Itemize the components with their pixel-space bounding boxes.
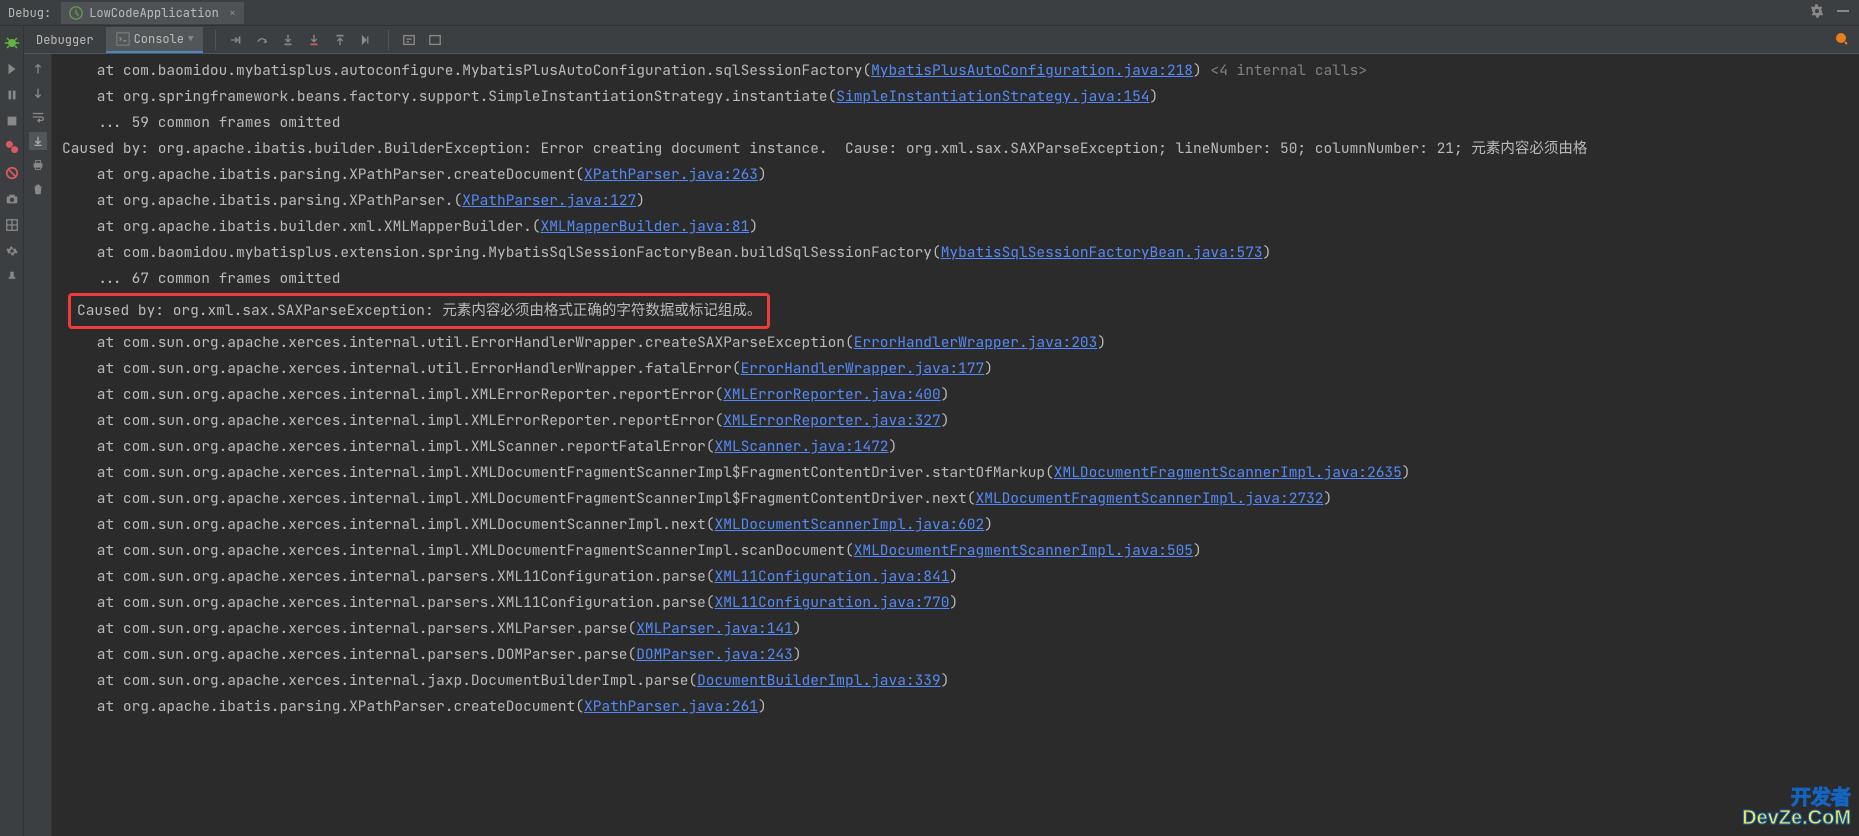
debug-toolbar bbox=[215, 30, 376, 50]
source-link[interactable]: XPathParser.java:263 bbox=[584, 165, 758, 184]
log-line: at com.sun.org.apache.xerces.internal.im… bbox=[52, 512, 1859, 538]
bug-icon[interactable] bbox=[3, 34, 21, 52]
log-line: at com.sun.org.apache.xerces.internal.ut… bbox=[52, 356, 1859, 382]
minimize-icon[interactable] bbox=[1835, 3, 1851, 23]
log-line: at com.sun.org.apache.xerces.internal.pa… bbox=[52, 616, 1859, 642]
exclude-icon[interactable] bbox=[3, 164, 21, 182]
log-line: at com.sun.org.apache.xerces.internal.im… bbox=[52, 486, 1859, 512]
log-line: at org.apache.ibatis.parsing.XPathParser… bbox=[52, 162, 1859, 188]
scroll-end-icon[interactable] bbox=[29, 132, 47, 150]
log-line: at com.baomidou.mybatisplus.autoconfigur… bbox=[52, 58, 1859, 84]
show-exec-icon[interactable] bbox=[226, 30, 246, 50]
content-area: at com.baomidou.mybatisplus.autoconfigur… bbox=[24, 54, 1859, 836]
log-line: at com.sun.org.apache.xerces.internal.im… bbox=[52, 538, 1859, 564]
nav-gutter bbox=[24, 54, 52, 836]
console-tab-label: Console bbox=[134, 31, 184, 47]
top-bar: Debug: LowCodeApplication × bbox=[0, 0, 1859, 26]
evaluate-icon[interactable] bbox=[399, 30, 419, 50]
source-link[interactable]: MybatisSqlSessionFactoryBean.java:573 bbox=[941, 243, 1263, 262]
debug-label: Debug: bbox=[8, 5, 51, 21]
dropdown-icon: ▼ bbox=[188, 33, 193, 45]
log-line: at com.sun.org.apache.xerces.internal.im… bbox=[52, 434, 1859, 460]
pause-icon[interactable] bbox=[3, 86, 21, 104]
up-arrow-icon[interactable] bbox=[29, 60, 47, 78]
gear-icon[interactable] bbox=[1809, 3, 1825, 23]
source-link[interactable]: ErrorHandlerWrapper.java:203 bbox=[854, 333, 1098, 352]
debugger-tab-label: Debugger bbox=[36, 32, 94, 48]
source-link[interactable]: XMLDocumentFragmentScannerImpl.java:2732 bbox=[976, 489, 1324, 508]
source-link[interactable]: XML11Configuration.java:770 bbox=[715, 593, 950, 612]
log-line: ... 59 common frames omitted bbox=[52, 110, 1859, 136]
tab-label: LowCodeApplication bbox=[89, 5, 219, 21]
log-line: Caused by: org.apache.ibatis.builder.Bui… bbox=[52, 136, 1859, 162]
view-toolbar bbox=[388, 30, 445, 50]
console-icon bbox=[116, 32, 130, 46]
gear-sidebar-icon[interactable] bbox=[3, 242, 21, 260]
log-line: at com.sun.org.apache.xerces.internal.pa… bbox=[52, 564, 1859, 590]
source-link[interactable]: XMLDocumentScannerImpl.java:602 bbox=[715, 515, 985, 534]
source-link[interactable]: XPathParser.java:261 bbox=[584, 697, 758, 716]
log-line: at com.sun.org.apache.xerces.internal.im… bbox=[52, 382, 1859, 408]
source-link[interactable]: XMLMapperBuilder.java:81 bbox=[541, 217, 750, 236]
left-sidebar bbox=[0, 26, 24, 836]
layout-icon[interactable] bbox=[3, 216, 21, 234]
watermark: 开发者 DevZe.CoM bbox=[1742, 788, 1851, 828]
watermark-line2: DevZe.CoM bbox=[1742, 808, 1851, 828]
soft-wrap-icon[interactable] bbox=[29, 108, 47, 126]
source-link[interactable]: XMLDocumentFragmentScannerImpl.java:2635 bbox=[1054, 463, 1402, 482]
play-icon[interactable] bbox=[3, 60, 21, 78]
source-link[interactable]: XML11Configuration.java:841 bbox=[715, 567, 950, 586]
trace-icon[interactable] bbox=[425, 30, 445, 50]
watermark-line1: 开发者 bbox=[1742, 788, 1851, 808]
log-line: at com.baomidou.mybatisplus.extension.sp… bbox=[52, 240, 1859, 266]
trash-icon[interactable] bbox=[29, 180, 47, 198]
log-line: at org.springframework.beans.factory.sup… bbox=[52, 84, 1859, 110]
step-into-icon[interactable] bbox=[278, 30, 298, 50]
log-line: at com.sun.org.apache.xerces.internal.im… bbox=[52, 408, 1859, 434]
camera-icon[interactable] bbox=[3, 190, 21, 208]
close-tab-icon[interactable]: × bbox=[229, 5, 236, 21]
warning-icon[interactable] bbox=[1833, 30, 1849, 50]
source-link[interactable]: DocumentBuilderImpl.java:339 bbox=[697, 671, 941, 690]
print-icon[interactable] bbox=[29, 156, 47, 174]
source-link[interactable]: MybatisPlusAutoConfiguration.java:218 bbox=[871, 61, 1193, 80]
pin-icon[interactable] bbox=[3, 268, 21, 286]
log-line: at com.sun.org.apache.xerces.internal.pa… bbox=[52, 590, 1859, 616]
source-link[interactable]: XMLErrorReporter.java:400 bbox=[723, 385, 941, 404]
tab-debugger[interactable]: Debugger bbox=[26, 28, 104, 52]
secondary-bar: Debugger Console ▼ bbox=[0, 26, 1859, 54]
log-line: at org.apache.ibatis.parsing.XPathParser… bbox=[52, 694, 1859, 720]
source-link[interactable]: XMLErrorReporter.java:327 bbox=[723, 411, 941, 430]
log-line: at org.apache.ibatis.parsing.XPathParser… bbox=[52, 188, 1859, 214]
source-link[interactable]: XMLDocumentFragmentScannerImpl.java:505 bbox=[854, 541, 1193, 560]
log-line: Caused by: org.xml.sax.SAXParseException… bbox=[52, 292, 1859, 330]
run-config-tab[interactable]: LowCodeApplication × bbox=[61, 2, 244, 24]
log-line: at com.sun.org.apache.xerces.internal.ja… bbox=[52, 668, 1859, 694]
top-right-controls bbox=[1809, 3, 1851, 23]
source-link[interactable]: DOMParser.java:243 bbox=[636, 645, 793, 664]
down-arrow-icon[interactable] bbox=[29, 84, 47, 102]
spring-boot-icon bbox=[69, 6, 83, 20]
tab-console[interactable]: Console ▼ bbox=[106, 27, 204, 53]
source-link[interactable]: ErrorHandlerWrapper.java:177 bbox=[741, 359, 985, 378]
log-line: at com.sun.org.apache.xerces.internal.ut… bbox=[52, 330, 1859, 356]
source-link[interactable]: XMLParser.java:141 bbox=[636, 619, 793, 638]
log-line: at com.sun.org.apache.xerces.internal.im… bbox=[52, 460, 1859, 486]
log-line: ... 67 common frames omitted bbox=[52, 266, 1859, 292]
log-line: at org.apache.ibatis.builder.xml.XMLMapp… bbox=[52, 214, 1859, 240]
console-output[interactable]: at com.baomidou.mybatisplus.autoconfigur… bbox=[52, 54, 1859, 836]
drop-frame-icon[interactable] bbox=[356, 30, 376, 50]
breakpoints-icon[interactable] bbox=[3, 138, 21, 156]
step-out-icon[interactable] bbox=[330, 30, 350, 50]
force-step-into-icon[interactable] bbox=[304, 30, 324, 50]
stop-icon[interactable] bbox=[3, 112, 21, 130]
source-link[interactable]: SimpleInstantiationStrategy.java:154 bbox=[836, 87, 1149, 106]
source-link[interactable]: XPathParser.java:127 bbox=[462, 191, 636, 210]
log-line: at com.sun.org.apache.xerces.internal.pa… bbox=[52, 642, 1859, 668]
step-over-icon[interactable] bbox=[252, 30, 272, 50]
source-link[interactable]: XMLScanner.java:1472 bbox=[715, 437, 889, 456]
